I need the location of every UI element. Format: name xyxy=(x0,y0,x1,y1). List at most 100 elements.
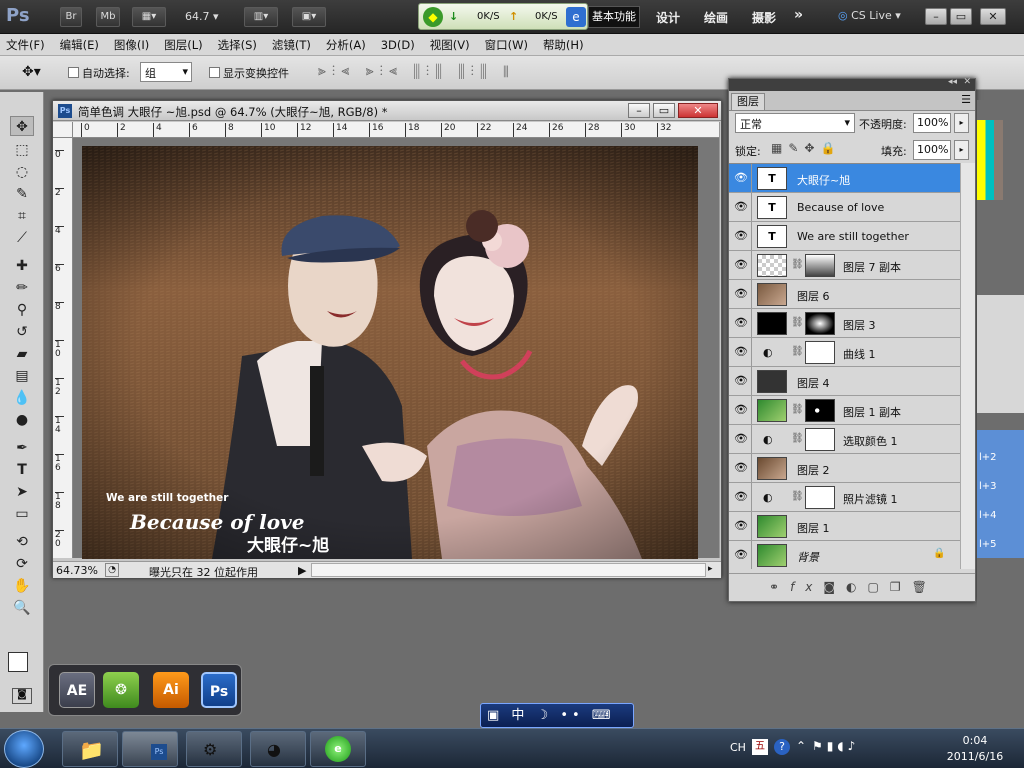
layer-row[interactable]: 👁 ⛓ 图层 7 副本 xyxy=(729,251,975,280)
eye-icon[interactable]: 👁 xyxy=(734,432,748,446)
menu-filter[interactable]: 滤镜(T) xyxy=(272,37,311,53)
swatches-panel[interactable] xyxy=(977,120,1003,200)
menu-layer[interactable]: 图层(L) xyxy=(164,37,202,53)
taskbar-explorer[interactable]: 📁 xyxy=(62,731,118,767)
ime-chinese-label[interactable]: 中 xyxy=(511,708,528,723)
taskbar-tools[interactable]: ⚙ xyxy=(186,731,242,767)
layer-mask-thumb[interactable] xyxy=(805,486,835,509)
eye-icon[interactable]: 👁 xyxy=(734,345,748,359)
view-extras-button[interactable]: ▦▾ xyxy=(132,7,166,27)
workspace-essentials[interactable]: 基本功能 xyxy=(588,6,640,28)
scroll-right-icon[interactable]: ▸ xyxy=(708,564,713,574)
eye-icon[interactable]: 👁 xyxy=(734,200,748,214)
fill-field[interactable]: 100% xyxy=(913,140,951,160)
doc-minimize-button[interactable]: – xyxy=(628,103,650,118)
ruler-left[interactable]: 0 2 4 6 8 1 0 1 2 1 4 1 6 1 8 2 0 xyxy=(53,138,73,558)
layer-row[interactable]: 👁 图层 2 xyxy=(729,454,975,483)
lasso-tool-icon[interactable]: ◌ xyxy=(10,162,34,182)
doc-close-button[interactable]: ✕ xyxy=(678,103,718,118)
taskbar-chat[interactable]: ◕ xyxy=(250,731,306,767)
eye-icon[interactable]: 👁 xyxy=(734,374,748,388)
layer-mask-thumb[interactable] xyxy=(805,399,835,422)
zoom-tool-icon[interactable]: 🔍 xyxy=(10,598,34,618)
illustrator-icon[interactable]: Ai xyxy=(153,672,189,708)
panel-menu-icon[interactable]: ☰ xyxy=(961,93,971,106)
language-indicator[interactable]: CH xyxy=(730,741,746,754)
opacity-field[interactable]: 100% xyxy=(913,113,951,133)
tray-icons[interactable]: ⚑▮◖♪ xyxy=(812,739,859,753)
link-icon[interactable]: ⛓ xyxy=(791,259,804,270)
arrange-docs-button[interactable]: ▥▾ xyxy=(244,7,278,27)
layer-thumb[interactable] xyxy=(757,283,787,306)
opacity-slider-button[interactable]: ▸ xyxy=(954,113,969,133)
quick-mask-icon[interactable]: ◙ xyxy=(12,688,32,704)
text-layer-thumb[interactable]: T xyxy=(757,167,787,190)
layer-mask-thumb[interactable] xyxy=(805,254,835,277)
menu-help[interactable]: 帮助(H) xyxy=(543,37,584,53)
foreground-color-swatch[interactable] xyxy=(8,652,28,672)
windows-start-button[interactable] xyxy=(4,730,44,768)
layer-row[interactable]: 👁 T We are still together xyxy=(729,222,975,251)
layer-thumb[interactable] xyxy=(757,312,787,335)
cs-live-button[interactable]: ◎ CS Live ▾ xyxy=(838,9,901,22)
menu-3d[interactable]: 3D(D) xyxy=(381,38,415,52)
eye-icon[interactable]: 👁 xyxy=(734,316,748,330)
doc-maximize-button[interactable]: ▭ xyxy=(653,103,675,118)
layer-row[interactable]: 👁 T Because of love xyxy=(729,193,975,222)
text-layer-thumb[interactable]: T xyxy=(757,225,787,248)
ime-wubi-icon[interactable]: 五 xyxy=(752,739,768,755)
status-info-icon[interactable]: ◔ xyxy=(105,563,119,577)
layer-thumb[interactable] xyxy=(757,457,787,480)
type-tool-icon[interactable]: T xyxy=(10,460,34,480)
layer-actions-bar[interactable]: ⚭fx◙◐▢❐🗑 xyxy=(729,573,975,601)
after-effects-icon[interactable]: AE xyxy=(59,672,95,708)
workspace-design[interactable]: 设计 xyxy=(656,9,680,26)
layer-thumb[interactable] xyxy=(757,515,787,538)
link-icon[interactable]: ⛓ xyxy=(791,491,804,502)
collapse-icon[interactable]: ◂◂ xyxy=(948,77,957,87)
more-workspaces-button[interactable]: » xyxy=(794,7,803,23)
tab-layers[interactable]: 图层 xyxy=(731,93,765,110)
layer-mask-thumb[interactable] xyxy=(805,341,835,364)
layer-list-scrollbar[interactable] xyxy=(960,163,975,569)
eye-icon[interactable]: 👁 xyxy=(734,548,748,562)
minimize-button[interactable]: – xyxy=(925,8,947,25)
blur-tool-icon[interactable]: 💧 xyxy=(10,388,34,408)
photoshop-icon[interactable]: Ps xyxy=(201,672,237,708)
eye-icon[interactable]: 👁 xyxy=(734,461,748,475)
menu-image[interactable]: 图像(I) xyxy=(114,37,149,53)
eye-icon[interactable]: 👁 xyxy=(734,490,748,504)
layer-thumb[interactable] xyxy=(757,370,787,393)
layer-row[interactable]: 👁 ◐ ⛓ 照片滤镜 1 xyxy=(729,483,975,512)
ime-toolbar[interactable]: ▣ 中 ☽ •• ⌨ ♪ ✎ xyxy=(480,703,634,746)
text-layer-thumb[interactable]: T xyxy=(757,196,787,219)
history-brush-icon[interactable]: ↺ xyxy=(10,322,34,342)
stamp-tool-icon[interactable]: ⚲ xyxy=(10,300,34,320)
menu-view[interactable]: 视图(V) xyxy=(430,37,470,53)
eyedropper-tool-icon[interactable]: ⟋ xyxy=(10,228,34,248)
hand-tool-icon[interactable]: ✋ xyxy=(10,576,34,596)
align-icons[interactable]: ⫸⫶⫷ ⫸⫶⫷ ⫼⫶⫼ ⫼⫶⫼ ⦀ xyxy=(318,63,515,79)
bridge-button[interactable]: Br xyxy=(60,7,82,27)
3d-orbit-tool-icon[interactable]: ⟳ xyxy=(10,554,34,574)
healing-tool-icon[interactable]: ✚ xyxy=(10,256,34,276)
maximize-button[interactable]: ▭ xyxy=(950,8,972,25)
close-button[interactable]: ✕ xyxy=(980,8,1006,25)
link-icon[interactable]: ⛓ xyxy=(791,346,804,357)
marquee-tool-icon[interactable]: ⬚ xyxy=(10,140,34,160)
ie-icon[interactable]: e xyxy=(566,7,586,27)
menu-analysis[interactable]: 分析(A) xyxy=(326,37,366,53)
shape-tool-icon[interactable]: ▭ xyxy=(10,504,34,524)
move-tool-icon[interactable]: ✥ xyxy=(10,116,34,136)
layer-row[interactable]: 👁 ◐ ⛓ 曲线 1 xyxy=(729,338,975,367)
eye-icon[interactable]: 👁 xyxy=(734,229,748,243)
pen-tool-icon[interactable]: ✒ xyxy=(10,438,34,458)
layer-row[interactable]: 👁 图层 6 xyxy=(729,280,975,309)
ruler-origin[interactable] xyxy=(53,122,73,138)
gradient-tool-icon[interactable]: ▤ xyxy=(10,366,34,386)
eraser-tool-icon[interactable]: ▰ xyxy=(10,344,34,364)
layer-row[interactable]: 👁 T 大眼仔~旭 xyxy=(729,164,975,193)
layer-row[interactable]: 👁 图层 1 xyxy=(729,512,975,541)
auto-select-dropdown[interactable]: 组 ▾ xyxy=(140,62,192,82)
help-icon[interactable]: ? xyxy=(774,739,790,755)
